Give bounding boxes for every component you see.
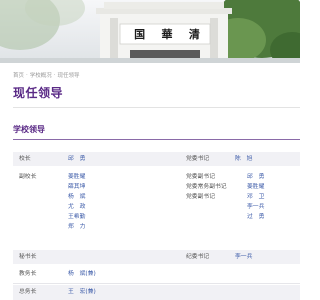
leader-name-link[interactable]: 尤 政 [68, 202, 85, 212]
leader-row: 总务长 王 宏(兼) [13, 285, 300, 300]
leader-row: 教务长 杨 斌(兼) [13, 267, 300, 281]
leader-name-link[interactable]: 王 宏(兼) [68, 287, 96, 297]
leader-name-link[interactable]: 郑 力 [68, 222, 85, 232]
leader-name-link[interactable]: 王希勤 [68, 212, 85, 222]
section-divider [13, 139, 300, 140]
breadcrumb: 首页 · 学校概况 · 现任领导 [13, 70, 80, 80]
leader-name-link[interactable]: 姜胜耀 [68, 172, 85, 182]
leader-name-link[interactable]: 陈 旭 [235, 154, 252, 164]
row-title: 党委常务副书记 [186, 184, 227, 190]
campus-banner: 国 華 清 [0, 0, 300, 63]
section-title: 学校领导 [13, 125, 45, 134]
leader-row: 副校长 姜胜耀 薛其坤 杨 斌 尤 政 王希勤 郑 力 党委副书记 党委常务副书… [13, 168, 300, 246]
leader-name-link[interactable]: 姜胜耀 [247, 182, 264, 192]
row-title-list: 党委副书记 党委常务副书记 党委副书记 [186, 172, 227, 202]
leader-name-link[interactable]: 邱 勇 [247, 172, 264, 182]
leader-name-link[interactable]: 薛其坤 [68, 182, 85, 192]
row-title: 党委书记 [186, 156, 210, 162]
leader-name-list: 邱 勇 [68, 154, 85, 164]
leader-name-list: 王 宏(兼) [68, 287, 96, 297]
row-title: 校长 [19, 156, 31, 162]
gate-char-3: 清 [188, 28, 200, 41]
leader-name-link[interactable]: 李一兵 [235, 252, 252, 262]
row-title: 纪委书记 [186, 254, 210, 260]
row-title: 副校长 [19, 174, 37, 180]
breadcrumb-separator: · [53, 72, 56, 78]
page-title: 现任领导 [13, 86, 64, 100]
row-title: 教务长 [19, 271, 37, 277]
row-title: 总务长 [19, 289, 37, 295]
gate-char-2: 華 [161, 28, 173, 41]
breadcrumb-current: 现任领导 [57, 73, 80, 79]
leader-name-list: 陈 旭 [235, 154, 252, 164]
leader-name-link[interactable]: 杨 斌(兼) [68, 269, 96, 279]
breadcrumb-separator: · [26, 72, 28, 78]
leader-name-link[interactable]: 邱 勇 [68, 154, 85, 164]
gate-char-1: 国 [134, 28, 146, 41]
row-title: 党委副书记 [186, 194, 215, 200]
row-title: 党委副书记 [186, 174, 215, 180]
row-divider [13, 283, 300, 284]
leader-name-link[interactable]: 杨 斌 [68, 192, 85, 202]
gate-inscription: 国 華 清 [126, 26, 208, 42]
title-divider [13, 107, 300, 108]
breadcrumb-home-link[interactable]: 首页 [13, 71, 24, 79]
leader-name-list: 李一兵 [235, 252, 252, 262]
row-title: 秘书长 [19, 254, 37, 260]
leader-name-link[interactable]: 过 勇 [247, 212, 264, 222]
breadcrumb-about-link[interactable]: 学校概况 [30, 71, 52, 79]
leader-name-link[interactable]: 李一兵 [247, 202, 264, 212]
leader-name-list: 杨 斌(兼) [68, 269, 96, 279]
leader-name-list: 邱 勇 姜胜耀 邓 卫 李一兵 过 勇 [247, 172, 264, 222]
leader-name-list: 姜胜耀 薛其坤 杨 斌 尤 政 王希勤 郑 力 [68, 172, 85, 232]
leader-name-link[interactable]: 邓 卫 [247, 192, 264, 202]
leader-row: 校长 邱 勇 党委书记 陈 旭 [13, 152, 300, 166]
leader-row: 秘书长 纪委书记 李一兵 [13, 250, 300, 264]
